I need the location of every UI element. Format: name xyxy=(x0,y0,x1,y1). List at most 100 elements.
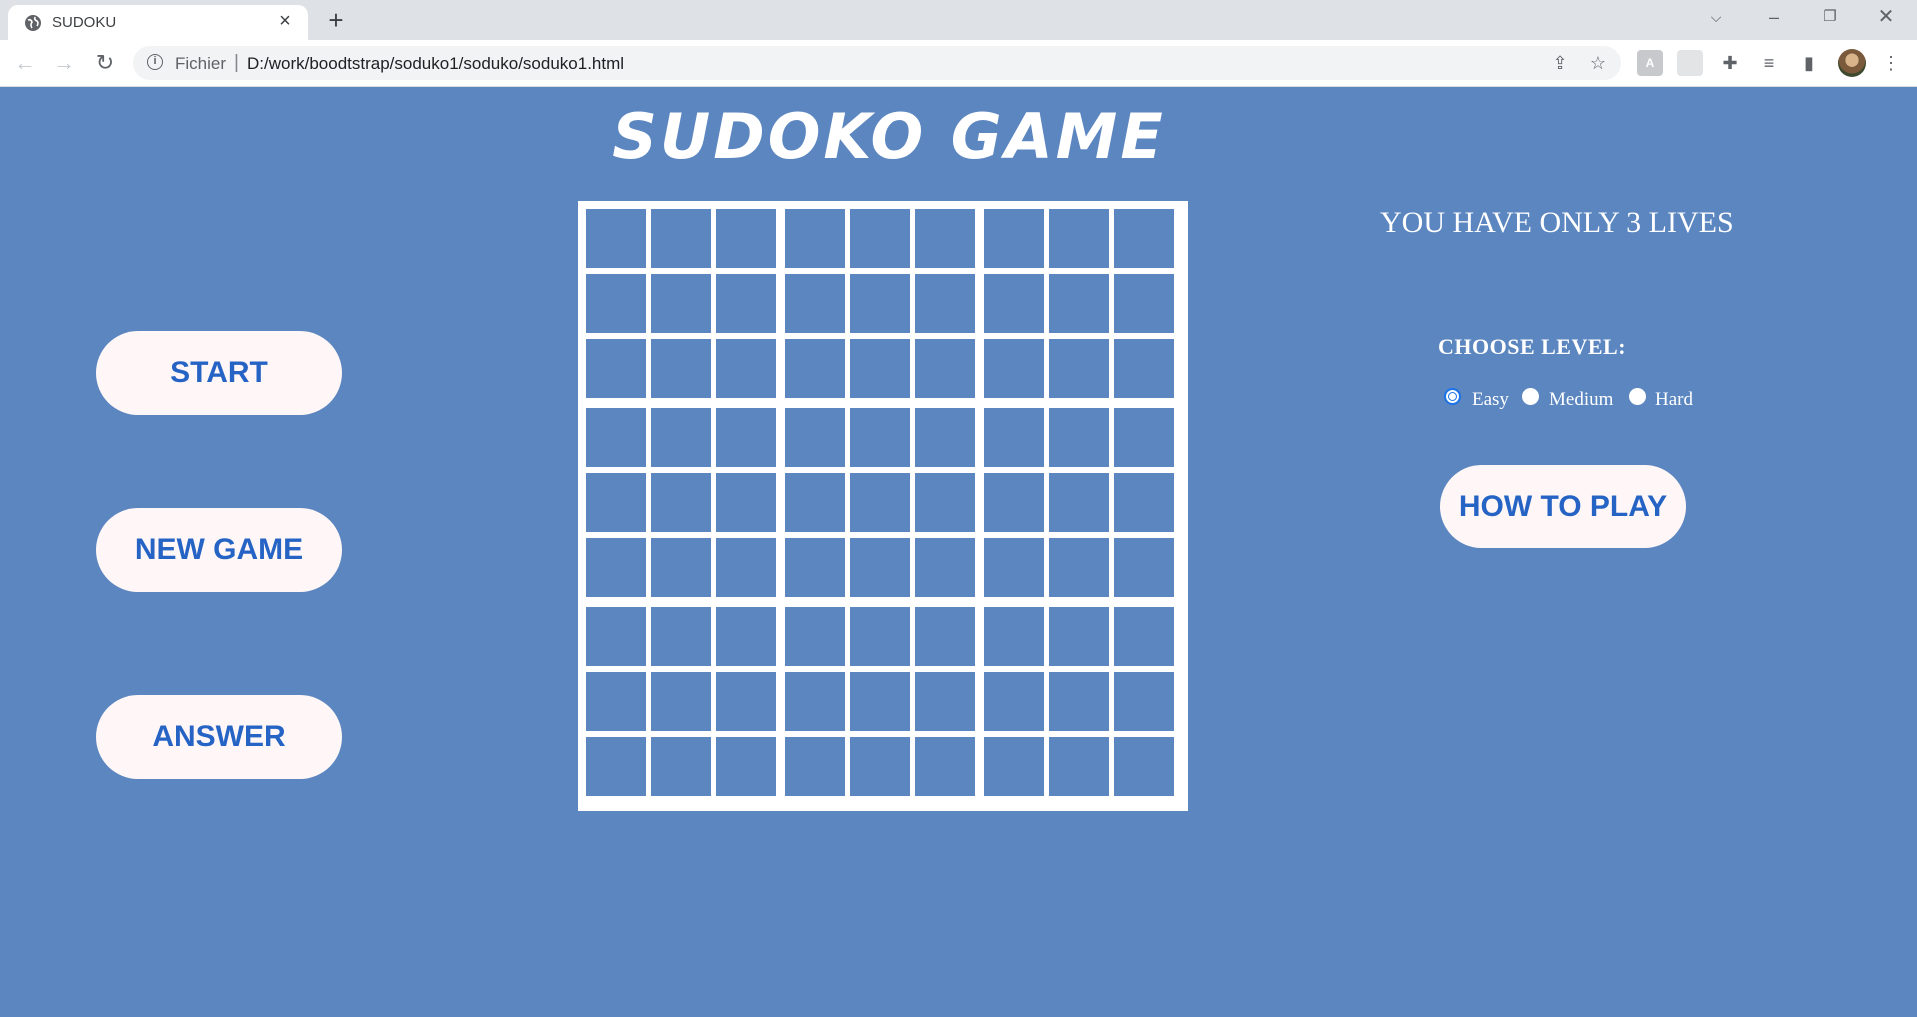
sudoku-cell[interactable] xyxy=(651,473,711,532)
sudoku-cell[interactable] xyxy=(716,473,776,532)
sudoku-cell[interactable] xyxy=(1114,473,1174,532)
back-icon[interactable]: ← xyxy=(10,48,40,78)
sudoku-cell[interactable] xyxy=(850,339,910,398)
sudoku-cell[interactable] xyxy=(785,274,845,333)
side-panel-icon[interactable]: ▮ xyxy=(1796,50,1822,76)
sudoku-cell[interactable] xyxy=(651,408,711,467)
sudoku-cell[interactable] xyxy=(651,737,711,796)
sudoku-cell[interactable] xyxy=(716,672,776,731)
restore-icon[interactable]: ❐ xyxy=(1802,0,1858,36)
sudoku-cell[interactable] xyxy=(850,737,910,796)
sudoku-cell[interactable] xyxy=(785,209,845,268)
sudoku-cell[interactable] xyxy=(850,538,910,597)
sudoku-cell[interactable] xyxy=(1049,737,1109,796)
sudoku-cell[interactable] xyxy=(1114,274,1174,333)
url-text[interactable]: D:/work/boodtstrap/soduko1/soduko/soduko… xyxy=(247,54,624,74)
sudoku-cell[interactable] xyxy=(915,672,975,731)
sudoku-cell[interactable] xyxy=(716,209,776,268)
sudoku-cell[interactable] xyxy=(1049,473,1109,532)
new-tab-icon[interactable]: + xyxy=(322,6,350,34)
media-control-icon[interactable]: ≡ xyxy=(1756,50,1782,76)
sudoku-cell[interactable] xyxy=(651,209,711,268)
sudoku-cell[interactable] xyxy=(1114,209,1174,268)
sudoku-cell[interactable] xyxy=(651,274,711,333)
sudoku-cell[interactable] xyxy=(586,672,646,731)
sudoku-cell[interactable] xyxy=(915,408,975,467)
share-icon[interactable]: ⇪ xyxy=(1549,52,1571,74)
sudoku-cell[interactable] xyxy=(984,538,1044,597)
sudoku-cell[interactable] xyxy=(984,274,1044,333)
answer-button[interactable]: ANSWER xyxy=(96,695,342,779)
sudoku-cell[interactable] xyxy=(915,737,975,796)
sudoku-cell[interactable] xyxy=(586,607,646,666)
level-easy-label[interactable]: Easy xyxy=(1472,389,1509,411)
sudoku-cell[interactable] xyxy=(586,339,646,398)
sudoku-cell[interactable] xyxy=(1114,672,1174,731)
sudoku-cell[interactable] xyxy=(651,339,711,398)
level-hard-radio[interactable] xyxy=(1629,388,1646,405)
tab-search-icon[interactable]: ⌵ xyxy=(1688,0,1744,36)
sudoku-cell[interactable] xyxy=(785,473,845,532)
start-button[interactable]: START xyxy=(96,331,342,415)
sudoku-cell[interactable] xyxy=(1114,538,1174,597)
level-medium-radio[interactable] xyxy=(1522,388,1539,405)
sudoku-cell[interactable] xyxy=(1049,538,1109,597)
sudoku-cell[interactable] xyxy=(984,408,1044,467)
sudoku-cell[interactable] xyxy=(915,339,975,398)
sudoku-cell[interactable] xyxy=(984,209,1044,268)
sudoku-cell[interactable] xyxy=(716,274,776,333)
address-bar[interactable]: i Fichier | D:/work/boodtstrap/soduko1/s… xyxy=(133,46,1621,80)
sudoku-cell[interactable] xyxy=(785,607,845,666)
sudoku-cell[interactable] xyxy=(984,339,1044,398)
sudoku-cell[interactable] xyxy=(785,538,845,597)
sudoku-cell[interactable] xyxy=(586,538,646,597)
menu-kebab-icon[interactable]: ⋮ xyxy=(1878,50,1904,76)
sudoku-cell[interactable] xyxy=(915,538,975,597)
sudoku-cell[interactable] xyxy=(915,473,975,532)
tab-close-icon[interactable]: × xyxy=(274,10,296,32)
sudoku-cell[interactable] xyxy=(850,274,910,333)
sudoku-cell[interactable] xyxy=(651,672,711,731)
sudoku-cell[interactable] xyxy=(984,737,1044,796)
profile-avatar[interactable] xyxy=(1838,49,1866,77)
sudoku-cell[interactable] xyxy=(984,607,1044,666)
sudoku-cell[interactable] xyxy=(651,607,711,666)
sudoku-cell[interactable] xyxy=(716,538,776,597)
sudoku-cell[interactable] xyxy=(1049,339,1109,398)
sudoku-cell[interactable] xyxy=(1114,339,1174,398)
sudoku-cell[interactable] xyxy=(850,672,910,731)
sudoku-cell[interactable] xyxy=(586,737,646,796)
pdf-extension-icon[interactable]: A xyxy=(1637,50,1663,76)
bookmark-star-icon[interactable]: ☆ xyxy=(1587,52,1609,74)
sudoku-cell[interactable] xyxy=(1114,607,1174,666)
sudoku-cell[interactable] xyxy=(915,607,975,666)
sudoku-cell[interactable] xyxy=(915,274,975,333)
puzzle-icon[interactable]: ✚ xyxy=(1717,50,1743,76)
close-window-icon[interactable]: ✕ xyxy=(1858,0,1914,36)
sudoku-cell[interactable] xyxy=(984,672,1044,731)
info-icon[interactable]: i xyxy=(147,54,163,70)
sudoku-cell[interactable] xyxy=(1049,408,1109,467)
extension-icon[interactable] xyxy=(1677,50,1703,76)
sudoku-cell[interactable] xyxy=(785,737,845,796)
sudoku-cell[interactable] xyxy=(785,408,845,467)
sudoku-cell[interactable] xyxy=(850,607,910,666)
level-easy-radio[interactable] xyxy=(1444,388,1461,405)
level-hard-label[interactable]: Hard xyxy=(1655,389,1693,411)
sudoku-cell[interactable] xyxy=(716,408,776,467)
sudoku-cell[interactable] xyxy=(586,473,646,532)
sudoku-cell[interactable] xyxy=(586,408,646,467)
sudoku-cell[interactable] xyxy=(850,209,910,268)
browser-tab[interactable]: SUDOKU × xyxy=(8,5,308,40)
sudoku-cell[interactable] xyxy=(785,339,845,398)
level-medium-label[interactable]: Medium xyxy=(1549,389,1613,411)
sudoku-cell[interactable] xyxy=(1114,408,1174,467)
reload-icon[interactable]: ↻ xyxy=(90,48,120,78)
sudoku-cell[interactable] xyxy=(1114,737,1174,796)
sudoku-cell[interactable] xyxy=(785,672,845,731)
sudoku-cell[interactable] xyxy=(716,607,776,666)
sudoku-cell[interactable] xyxy=(1049,607,1109,666)
sudoku-cell[interactable] xyxy=(716,737,776,796)
sudoku-cell[interactable] xyxy=(1049,209,1109,268)
sudoku-cell[interactable] xyxy=(586,209,646,268)
